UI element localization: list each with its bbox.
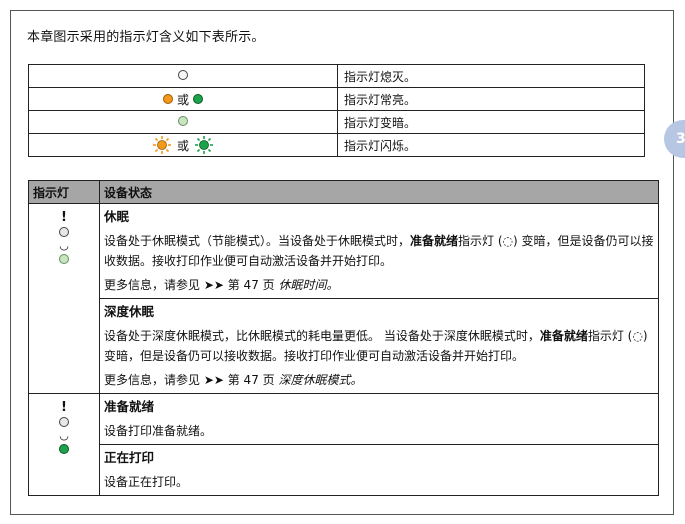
cell-printing: 正在打印 设备正在打印。 <box>99 444 659 496</box>
legend-row-off: 指示灯熄灭。 <box>28 64 645 88</box>
row-printing: 正在打印 设备正在打印。 <box>29 444 659 496</box>
led-dim-icon <box>178 116 188 126</box>
cell-deep-sleep: 深度休眠 设备处于深度休眠模式，比休眠模式的耗电量更低。 当设备处于深度休眠模式… <box>99 298 659 394</box>
state-description: 设备处于休眠模式（节能模式）。当设备处于休眠模式时，准备就绪指示灯 (◌) 变暗… <box>104 234 654 268</box>
more-info: 更多信息，请参见 ➤➤ 第 47 页 深度休眠模式。 <box>104 373 363 387</box>
led-green-icon <box>59 444 69 454</box>
led-off-icon <box>59 227 69 237</box>
led-off-icon <box>59 417 69 427</box>
state-title: 休眠 <box>104 209 130 224</box>
state-description: 设备打印准备就绪。 <box>104 424 213 438</box>
led-orange-blink-icon <box>152 136 171 154</box>
legend-table: 指示灯熄灭。 或 指示灯常亮。 指示灯变暗。 或 指示灯闪烁。 <box>28 64 645 157</box>
led-dim-icon <box>59 254 69 264</box>
header-state: 设备状态 <box>99 180 659 204</box>
cell-ready: 准备就绪 设备打印准备就绪。 <box>99 393 659 445</box>
ready-icon: ◡ <box>59 429 69 442</box>
state-description: 设备正在打印。 <box>104 475 189 489</box>
legend-row-blink: 或 指示灯闪烁。 <box>28 133 645 157</box>
led-orange-icon <box>162 94 173 104</box>
ready-icon: ◡ <box>59 239 69 252</box>
cell-sleep: 休眠 设备处于休眠模式（节能模式）。当设备处于休眠模式时，准备就绪指示灯 (◌)… <box>99 203 659 299</box>
more-info-link[interactable]: 深度休眠模式。 <box>278 373 362 387</box>
more-info-link[interactable]: 休眠时间。 <box>278 278 338 292</box>
state-description: 设备处于深度休眠模式，比休眠模式的耗电量更低。 当设备处于深度休眠模式时，准备就… <box>104 329 648 363</box>
more-info: 更多信息，请参见 ➤➤ 第 47 页 休眠时间。 <box>104 278 339 292</box>
or-label: 或 <box>176 92 189 107</box>
legend-row-on: 或 指示灯常亮。 <box>28 87 645 111</box>
legend-desc: 指示灯变暗。 <box>337 110 645 134</box>
status-header-row: 指示灯 设备状态 <box>28 180 659 204</box>
row-ready: ! ◡ 准备就绪 设备打印准备就绪。 <box>28 393 659 496</box>
led-green-icon <box>193 94 203 104</box>
error-icon: ! <box>61 400 67 415</box>
indicator-ready: ! ◡ <box>28 393 100 496</box>
state-title: 正在打印 <box>104 450 155 465</box>
status-table: 指示灯 设备状态 ! ◡ 休眠 设备处于休眠模式（节能模式）。当设备处于休眠模式… <box>28 180 659 496</box>
legend-desc: 指示灯熄灭。 <box>337 64 645 88</box>
state-title: 深度休眠 <box>104 304 155 319</box>
error-icon: ! <box>61 210 67 225</box>
led-green-blink-icon <box>195 136 213 154</box>
row-deep-sleep: 深度休眠 设备处于深度休眠模式，比休眠模式的耗电量更低。 当设备处于深度休眠模式… <box>29 298 659 394</box>
indicator-sleep: ! ◡ <box>28 203 100 394</box>
led-off-icon <box>178 70 188 80</box>
legend-row-dim: 指示灯变暗。 <box>28 110 645 134</box>
legend-desc: 指示灯闪烁。 <box>337 133 645 157</box>
or-label: 或 <box>176 138 189 153</box>
intro-text: 本章图示采用的指示灯含义如下表所示。 <box>27 30 265 45</box>
row-sleep: ! ◡ 休眠 设备处于休眠模式（节能模式）。当设备处于休眠模式时，准备就绪指示灯… <box>28 203 659 394</box>
header-indicator: 指示灯 <box>28 180 100 204</box>
legend-desc: 指示灯常亮。 <box>337 87 645 111</box>
state-title: 准备就绪 <box>104 399 155 414</box>
